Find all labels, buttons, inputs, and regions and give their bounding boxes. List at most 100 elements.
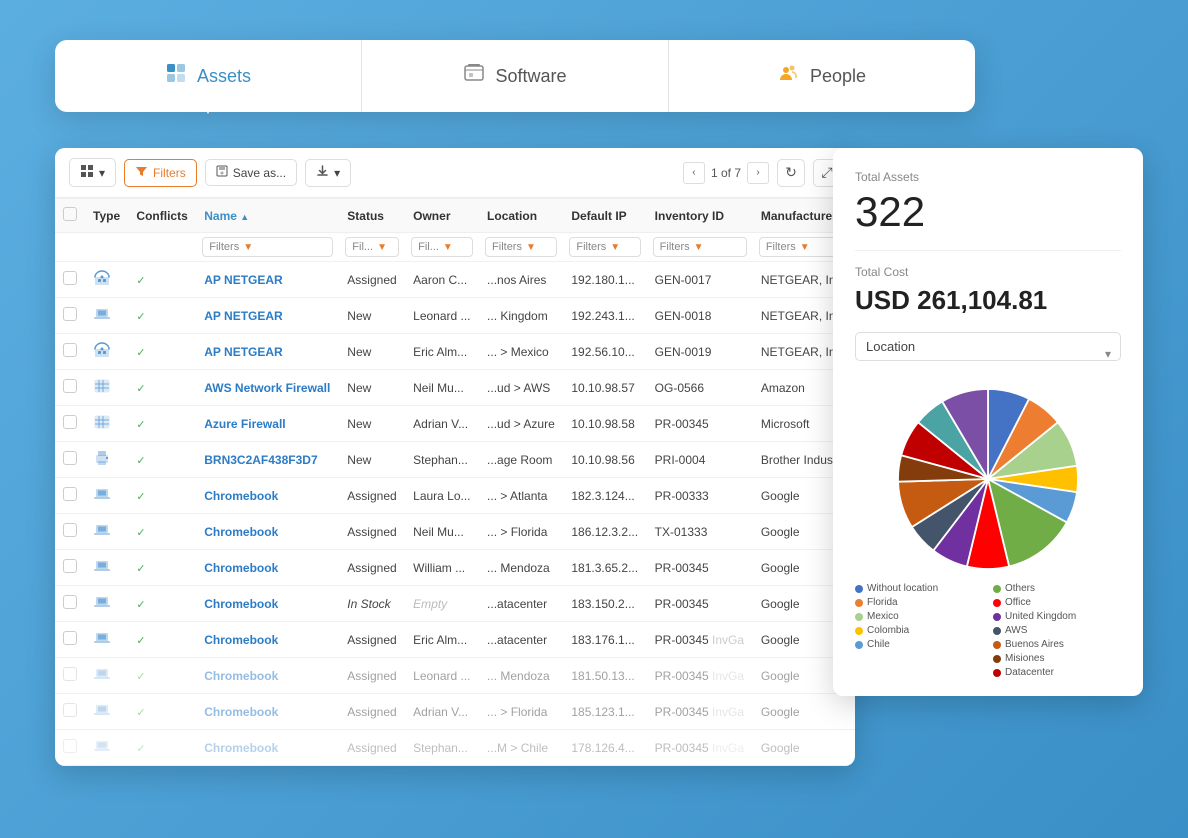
row-checkbox-cell (55, 550, 85, 586)
asset-name-link[interactable]: Chromebook (204, 705, 278, 719)
legend-label: Mexico (867, 611, 899, 622)
table-row: ✓ Chromebook Assigned Eric Alm... ...ata… (55, 622, 855, 658)
filter-owner[interactable]: Fil...▼ (411, 237, 473, 257)
asset-name-link[interactable]: Chromebook (204, 741, 278, 755)
asset-name-link[interactable]: BRN3C2AF438F3D7 (204, 453, 317, 467)
row-checkbox[interactable] (63, 307, 77, 321)
th-type: Type (85, 199, 128, 233)
asset-name-link[interactable]: Chromebook (204, 669, 278, 683)
asset-name-link[interactable]: Chromebook (204, 597, 278, 611)
legend-label: Misiones (1005, 653, 1044, 664)
asset-name-link[interactable]: AP NETGEAR (204, 309, 282, 323)
row-status: Assigned (339, 550, 405, 586)
filter-inv[interactable]: Filters▼ (653, 237, 747, 257)
asset-name-link[interactable]: AP NETGEAR (204, 273, 282, 287)
stat-divider-1 (855, 250, 1121, 251)
asset-name-link[interactable]: Chromebook (204, 561, 278, 575)
filters-btn[interactable]: Filters (124, 159, 197, 187)
legend-dot (855, 641, 863, 649)
asset-name-link[interactable]: Chromebook (204, 633, 278, 647)
row-checkbox[interactable] (63, 343, 77, 357)
row-conflict: ✓ (128, 694, 196, 730)
th-name[interactable]: Name ▲ (196, 199, 339, 233)
filter-name[interactable]: Filters▼ (202, 237, 333, 257)
select-all-checkbox[interactable] (63, 207, 77, 221)
row-location: ...age Room (479, 442, 563, 478)
asset-name-link[interactable]: AP NETGEAR (204, 345, 282, 359)
download-btn[interactable]: ▾ (305, 159, 351, 187)
page-prev-btn[interactable]: ‹ (683, 162, 705, 184)
legend-item-chile: Chile (855, 639, 983, 650)
row-ip: 182.3.124... (563, 478, 646, 514)
row-checkbox[interactable] (63, 415, 77, 429)
row-location: ...ud > Azure (479, 406, 563, 442)
row-checkbox[interactable] (63, 595, 77, 609)
row-location: ...atacenter (479, 622, 563, 658)
row-checkbox-cell (55, 442, 85, 478)
asset-name-link[interactable]: AWS Network Firewall (204, 381, 330, 395)
legend-item-misiones: Misiones (993, 653, 1121, 664)
row-manufacturer: Google (753, 694, 855, 730)
row-checkbox-cell (55, 622, 85, 658)
save-icon (216, 165, 228, 180)
row-checkbox[interactable] (63, 631, 77, 645)
filter-ip[interactable]: Filters▼ (569, 237, 640, 257)
row-checkbox[interactable] (63, 559, 77, 573)
row-name: Chromebook (196, 694, 339, 730)
tab-assets[interactable]: Assets (55, 40, 362, 112)
page-next-btn[interactable]: › (747, 162, 769, 184)
legend-dot (855, 599, 863, 607)
row-checkbox[interactable] (63, 487, 77, 501)
legend-dot (855, 585, 863, 593)
legend-item-others: Others (993, 583, 1121, 594)
row-checkbox[interactable] (63, 667, 77, 681)
row-checkbox-cell (55, 730, 85, 766)
refresh-btn[interactable]: ↻ (777, 159, 805, 187)
row-conflict: ✓ (128, 298, 196, 334)
row-owner: William ... (405, 550, 479, 586)
row-owner: Empty (405, 586, 479, 622)
assets-table: Type Conflicts Name ▲ Status Owner Locat… (55, 198, 855, 766)
total-cost-value: USD 261,104.81 (855, 285, 1121, 316)
filter-location[interactable]: Filters▼ (485, 237, 557, 257)
row-checkbox[interactable] (63, 703, 77, 717)
conflict-check: ✓ (136, 311, 145, 323)
row-checkbox-cell (55, 298, 85, 334)
row-owner: Adrian V... (405, 694, 479, 730)
legend-label: AWS (1005, 625, 1027, 636)
conflict-check: ✓ (136, 347, 145, 359)
row-type (85, 262, 128, 298)
row-name: Chromebook (196, 622, 339, 658)
asset-name-link[interactable]: Chromebook (204, 525, 278, 539)
legend-label: Office (1005, 597, 1031, 608)
row-checkbox-cell (55, 694, 85, 730)
location-select[interactable]: LocationWithout locationFloridaMexicoCol… (855, 332, 1121, 361)
row-owner: Laura Lo... (405, 478, 479, 514)
row-checkbox[interactable] (63, 271, 77, 285)
row-checkbox[interactable] (63, 739, 77, 753)
row-type (85, 370, 128, 406)
row-inv-id: PR-00345 InvGa (647, 622, 753, 658)
row-checkbox[interactable] (63, 379, 77, 393)
filter-status[interactable]: Fil...▼ (345, 237, 399, 257)
legend-item-datacenter: Datacenter (993, 667, 1121, 678)
asset-name-link[interactable]: Chromebook (204, 489, 278, 503)
row-type (85, 730, 128, 766)
row-inv-id: OG-0566 (647, 370, 753, 406)
save-as-btn[interactable]: Save as... (205, 159, 297, 186)
row-inv-id: GEN-0018 (647, 298, 753, 334)
row-checkbox-cell (55, 406, 85, 442)
table-view-btn[interactable]: ▾ (69, 158, 116, 187)
page-indicator: 1 of 7 (711, 166, 741, 180)
row-name: Chromebook (196, 514, 339, 550)
row-type (85, 550, 128, 586)
row-checkbox[interactable] (63, 451, 77, 465)
conflict-check: ✓ (136, 275, 145, 287)
row-status: New (339, 334, 405, 370)
asset-name-link[interactable]: Azure Firewall (204, 417, 285, 431)
pie-chart-container (855, 389, 1121, 569)
row-checkbox[interactable] (63, 523, 77, 537)
tab-software[interactable]: Software (362, 40, 669, 112)
row-location: ...ud > AWS (479, 370, 563, 406)
tab-people[interactable]: People (669, 40, 975, 112)
